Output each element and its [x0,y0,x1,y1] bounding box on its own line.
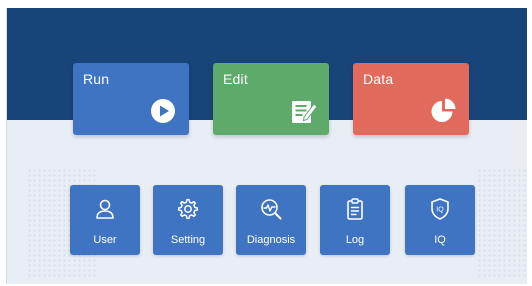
user-icon [96,199,114,219]
play-icon [151,99,175,123]
data-label: Data [363,71,394,87]
diagnosis-label: Diagnosis [246,234,296,246]
clipboard-icon [347,198,363,220]
shield-icon-text: IQ [436,207,444,214]
setting-label: Setting [170,234,206,246]
setting-button[interactable]: Setting [153,185,223,255]
user-label: User [93,234,117,246]
log-button[interactable]: Log [320,185,390,255]
log-label: Log [345,234,365,246]
decorative-dot-pattern-right [477,168,527,278]
diagnosis-icon [261,199,282,220]
run-label: Run [83,71,110,87]
diagnosis-button[interactable]: Diagnosis [236,185,306,255]
instrument-home-screen: Run Edit Data User Setting Diagnosis Log… [6,8,527,284]
iq-button[interactable]: IQ IQ [405,185,475,255]
pie-chart-icon [431,98,456,122]
gear-icon [177,198,199,220]
iq-label: IQ [434,234,446,246]
edit-document-icon [292,101,318,123]
edit-label: Edit [223,71,248,87]
user-button[interactable]: User [70,185,140,255]
data-button[interactable]: Data [353,63,469,135]
run-button[interactable]: Run [73,63,189,135]
edit-button[interactable]: Edit [213,63,329,135]
shield-icon: IQ [431,198,449,220]
